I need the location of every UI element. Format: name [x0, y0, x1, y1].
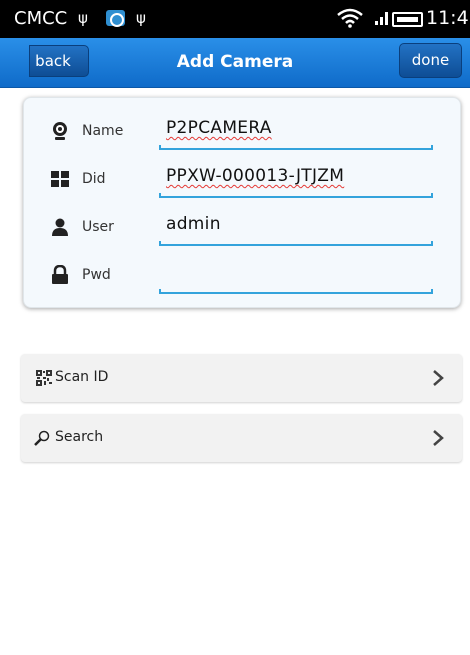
done-button[interactable]: done — [399, 43, 462, 78]
navigation-bar: back Add Camera done — [0, 38, 470, 88]
lock-icon — [52, 265, 68, 284]
user-label: User — [82, 219, 114, 235]
search-label: Search — [55, 429, 104, 445]
camera-form: Name P2PCAMERA Did PPXW-000013-JTJZM Use… — [23, 97, 461, 308]
wifi-icon — [337, 8, 363, 28]
chevron-right-icon — [433, 430, 444, 446]
usb-icon: ψ — [78, 9, 88, 27]
did-label: Did — [82, 171, 106, 187]
scan-id-label: Scan ID — [55, 369, 109, 385]
clock-time: 11:42 — [426, 7, 470, 29]
name-field[interactable]: P2PCAMERA — [159, 110, 433, 150]
name-label: Name — [82, 123, 124, 139]
name-value: P2PCAMERA — [166, 118, 272, 138]
user-icon — [52, 218, 68, 236]
battery-icon — [392, 12, 423, 27]
user-field[interactable]: admin — [159, 206, 433, 246]
user-value: admin — [166, 214, 221, 234]
pwd-label: Pwd — [82, 267, 111, 283]
name-row: Name P2PCAMERA — [24, 108, 462, 154]
carrier-label: CMCC — [14, 8, 68, 29]
password-field[interactable] — [159, 254, 433, 294]
status-bar: CMCC ψ ψ 11:42 — [0, 0, 470, 38]
magnifier-icon — [34, 430, 50, 446]
user-row: User admin — [24, 204, 462, 250]
qr-code-icon — [36, 370, 52, 386]
did-row: Did PPXW-000013-JTJZM — [24, 156, 462, 202]
app-icon — [106, 10, 125, 27]
signal-icon — [375, 12, 388, 25]
chevron-right-icon — [433, 370, 444, 386]
did-field[interactable]: PPXW-000013-JTJZM — [159, 158, 433, 198]
did-value: PPXW-000013-JTJZM — [166, 166, 345, 186]
camera-icon — [53, 122, 67, 140]
usb-icon: ψ — [136, 9, 146, 27]
search-button[interactable]: Search — [21, 414, 462, 462]
pwd-row: Pwd — [24, 252, 462, 298]
grid-icon — [51, 171, 69, 187]
scan-id-button[interactable]: Scan ID — [21, 354, 462, 402]
